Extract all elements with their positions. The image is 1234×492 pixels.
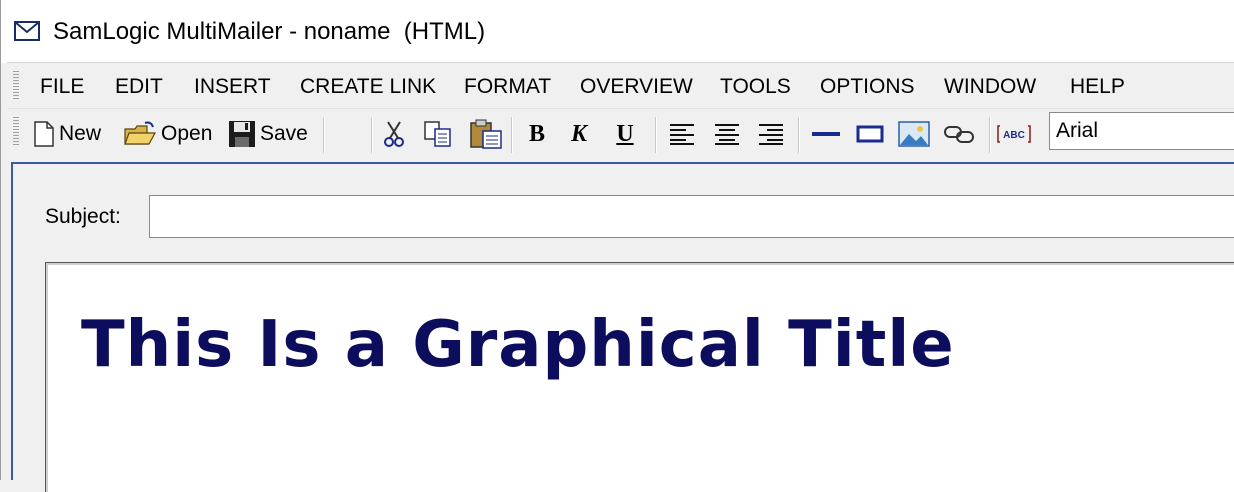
paste-icon [470,119,502,149]
cut-icon [384,121,404,147]
copy-button[interactable] [421,119,455,149]
open-button[interactable]: Open [123,119,212,149]
underline-icon: U [616,120,634,147]
align-center-button[interactable] [710,119,744,149]
toolbar-separator [511,117,513,153]
menu-edit[interactable]: EDIT [115,75,163,99]
menu-insert[interactable]: INSERT [194,75,271,99]
menu-help[interactable]: HELP [1070,75,1125,99]
save-button[interactable]: Save [228,119,308,149]
align-right-icon [759,124,783,145]
horizontal-line-button[interactable] [809,119,843,149]
font-name-value: Arial [1056,119,1099,142]
image-button[interactable] [897,119,931,149]
menu-file[interactable]: FILE [40,75,84,99]
toolbar-separator [798,117,800,153]
save-disk-icon [229,121,255,147]
table-icon [856,125,884,143]
open-folder-icon [124,121,157,145]
envelope-icon [14,21,40,41]
table-button[interactable] [853,119,887,149]
cut-button[interactable] [377,119,411,149]
menu-create-link[interactable]: CREATE LINK [300,75,436,99]
spellcheck-icon: ABC [997,125,1031,143]
window-title: SamLogic MultiMailer - noname (HTML) [53,18,486,45]
copy-icon [424,121,451,147]
subject-label: Subject: [45,205,121,228]
menu-grip[interactable] [13,71,19,101]
bold-button[interactable]: B [520,119,554,149]
menu-overview[interactable]: OVERVIEW [580,75,693,99]
open-label: Open [161,122,213,145]
underline-button[interactable]: U [608,119,642,149]
new-label: New [59,122,102,145]
toolbar-separator [989,117,991,153]
save-label: Save [260,122,308,145]
graphical-title-image: This Is a Graphical Title [81,308,955,382]
align-right-button[interactable] [754,119,788,149]
paste-button[interactable] [469,119,503,149]
toolbar-separator [655,117,657,153]
svg-text:ABC: ABC [1003,130,1025,141]
menu-format[interactable]: FORMAT [464,75,551,99]
menu-options[interactable]: OPTIONS [820,75,915,99]
toolbar-separator [371,117,373,153]
app-window: SamLogic MultiMailer - noname (HTML) FIL… [0,0,1234,492]
font-name-combobox[interactable]: Arial [1049,112,1234,150]
subject-input[interactable] [149,195,1234,238]
link-icon [944,126,974,143]
menu-bar: FILE EDIT INSERT CREATE LINK FORMAT OVER… [7,62,1234,108]
new-icon [34,121,54,147]
link-button[interactable] [942,119,976,149]
title-bar: SamLogic MultiMailer - noname (HTML) [1,0,1234,63]
spellcheck-button[interactable]: ABC [997,119,1031,149]
align-left-icon [670,124,694,145]
italic-icon: K [570,120,587,147]
menu-tools[interactable]: TOOLS [720,75,791,99]
align-center-icon [715,124,739,145]
new-button[interactable]: New [33,119,101,149]
italic-button[interactable]: K [562,119,596,149]
bold-icon: B [528,120,545,147]
menu-window[interactable]: WINDOW [944,75,1036,99]
toolbar-separator [323,117,325,153]
toolbar-grip[interactable] [13,117,19,147]
align-left-button[interactable] [665,119,699,149]
image-icon [898,121,930,147]
horizontal-line-icon [812,132,840,136]
